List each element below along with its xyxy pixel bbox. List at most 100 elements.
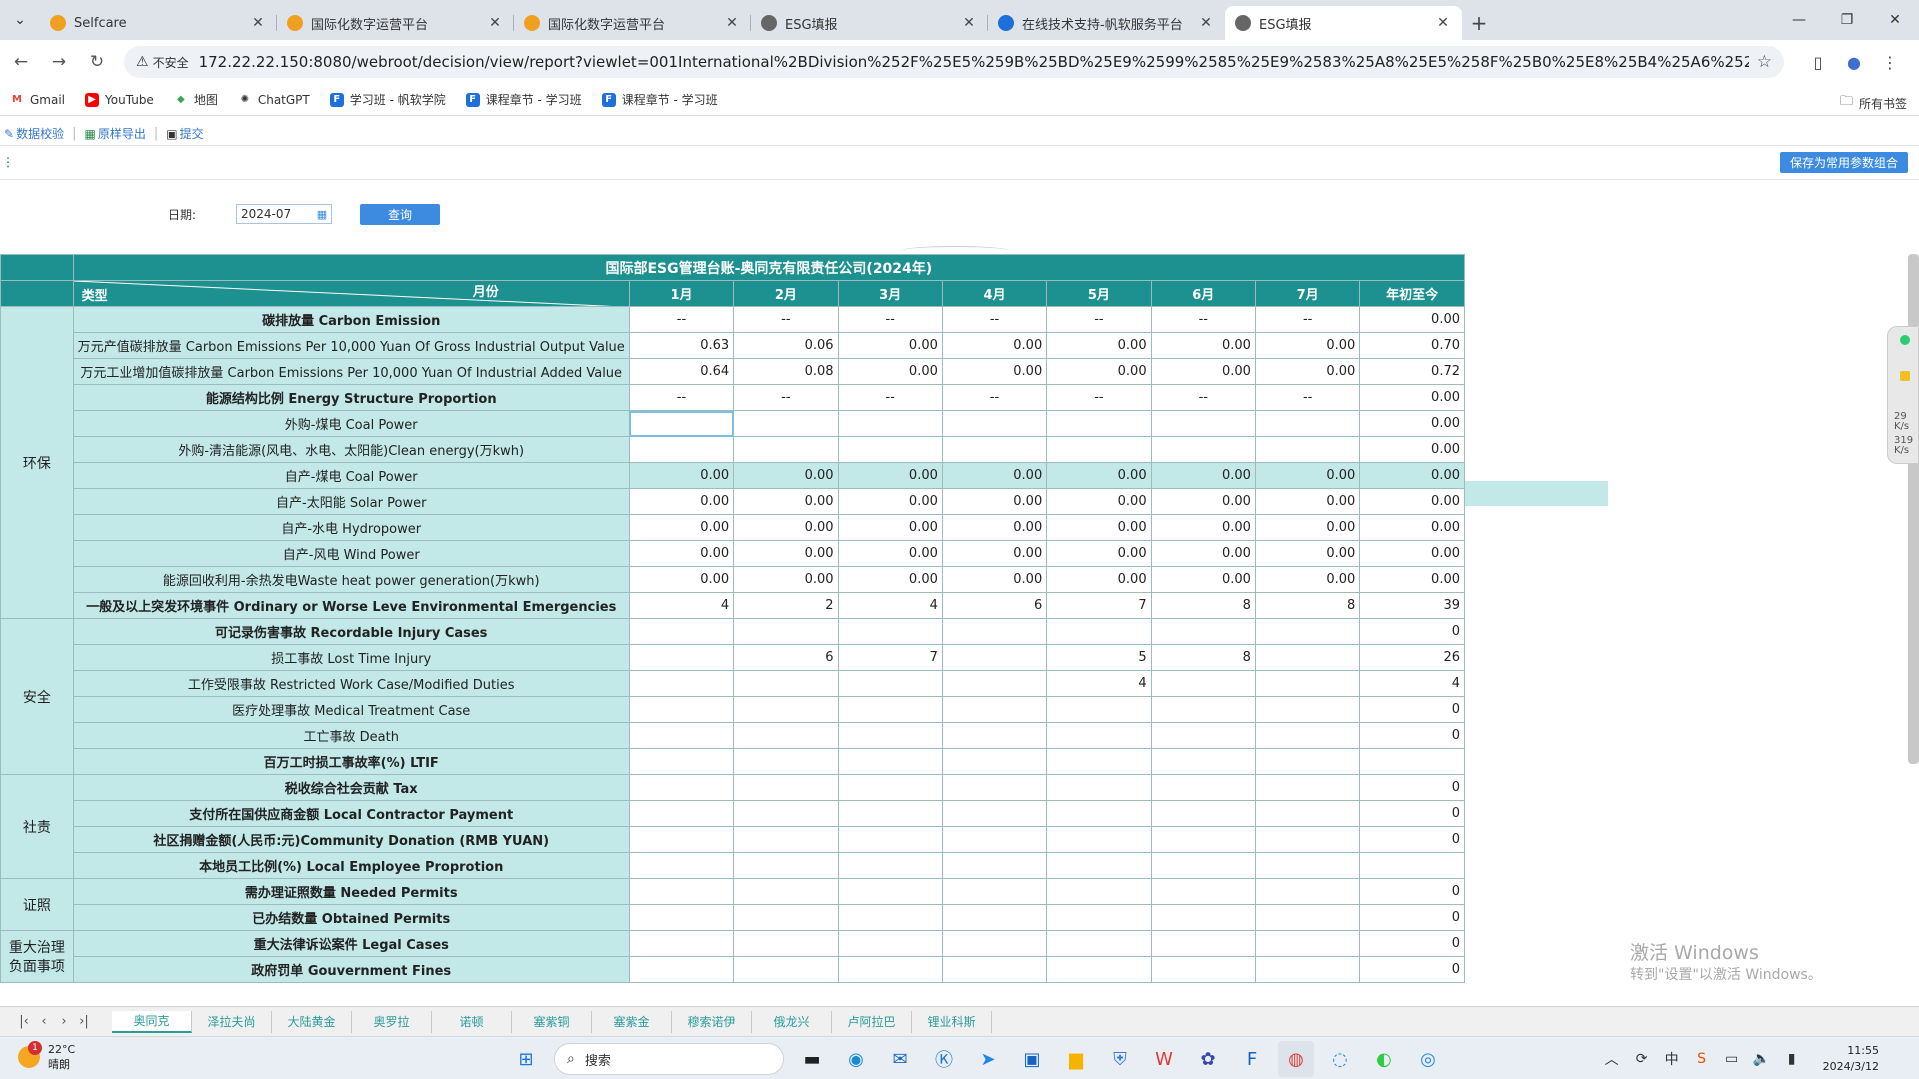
next-sheet-icon[interactable]: › [54, 1014, 74, 1029]
browser-tab[interactable]: 在线技术支持-帆软服务平台 ✕ [988, 6, 1225, 40]
data-cell[interactable] [1150, 618, 1256, 645]
data-cell[interactable]: -- [733, 306, 839, 333]
date-input[interactable]: 2024-07 ▦ [236, 204, 332, 224]
sheet-tab[interactable]: 锂业科斯 [912, 1010, 992, 1033]
data-cell[interactable]: 0.00 [1150, 332, 1256, 359]
data-cell[interactable]: -- [628, 306, 735, 333]
data-cell[interactable]: 0.00 [941, 566, 1048, 593]
data-cell[interactable] [1046, 722, 1152, 749]
data-cell[interactable]: 0.00 [837, 462, 943, 489]
data-cell[interactable] [1046, 826, 1152, 853]
minimize-icon[interactable]: — [1775, 0, 1823, 40]
data-cell[interactable]: 0.00 [1254, 566, 1361, 593]
data-cell[interactable] [837, 878, 943, 905]
data-cell[interactable] [837, 436, 943, 463]
data-cell[interactable] [941, 644, 1048, 671]
bookmark-star-icon[interactable]: ☆ [1757, 52, 1772, 72]
browser-tab[interactable]: Selfcare ✕ [40, 6, 277, 40]
close-tab-icon[interactable]: ✕ [1434, 15, 1452, 31]
data-cell[interactable]: 0.00 [941, 488, 1048, 515]
close-tab-icon[interactable]: ✕ [723, 15, 741, 31]
sheet-tab[interactable]: 奥同克 [112, 1010, 192, 1033]
data-cell[interactable]: 0.00 [733, 488, 839, 515]
export-button[interactable]: ▦ 原样导出 [84, 125, 145, 142]
first-sheet-icon[interactable]: |‹ [14, 1014, 34, 1029]
data-cell[interactable]: 0.00 [1359, 384, 1465, 411]
data-cell[interactable]: 0 [1359, 696, 1465, 723]
data-cell[interactable]: 0.00 [628, 462, 735, 489]
data-cell[interactable]: 0.00 [837, 514, 943, 541]
data-cell[interactable]: -- [628, 384, 735, 411]
data-cell[interactable] [1254, 696, 1361, 723]
data-cell[interactable]: 0.00 [941, 514, 1048, 541]
data-cell[interactable]: 4 [837, 592, 943, 619]
data-cell[interactable] [1046, 930, 1152, 957]
chrome-icon[interactable]: ◍ [1278, 1041, 1314, 1077]
data-cell[interactable] [1046, 774, 1152, 801]
data-cell[interactable] [1254, 748, 1361, 775]
data-cell[interactable] [837, 904, 943, 931]
browser-tab[interactable]: ESG填报 ✕ [751, 6, 988, 40]
data-cell[interactable]: 0.00 [1254, 514, 1361, 541]
data-cell[interactable] [1046, 904, 1152, 931]
data-cell[interactable] [1254, 800, 1361, 827]
sheet-tab[interactable]: 大陆黄金 [272, 1010, 352, 1033]
browser-tab[interactable]: ESG填报 ✕ [1225, 6, 1462, 40]
data-cell[interactable]: 4 [1359, 670, 1465, 697]
data-cell[interactable] [628, 670, 735, 697]
data-cell[interactable] [837, 826, 943, 853]
data-cell[interactable]: 0 [1359, 956, 1465, 983]
data-cell[interactable] [1254, 956, 1361, 983]
data-cell[interactable]: 0.00 [1046, 514, 1152, 541]
data-cell[interactable]: 6 [733, 644, 839, 671]
data-cell[interactable]: 0.00 [1046, 462, 1152, 489]
data-cell[interactable] [628, 878, 735, 905]
fanruan-app-icon[interactable]: F [1234, 1041, 1270, 1077]
weather-widget[interactable]: 1 22°C 晴朗 [18, 1041, 75, 1072]
data-cell[interactable] [837, 774, 943, 801]
sheet-tab[interactable]: 塞紫金 [592, 1010, 672, 1033]
data-cell[interactable]: 5 [1046, 644, 1152, 671]
ime-icon[interactable]: 中 [1657, 1049, 1687, 1069]
taskbar-search[interactable]: ⌕ 搜索 [554, 1043, 784, 1075]
data-cell[interactable] [941, 852, 1048, 879]
data-cell[interactable]: 4 [1046, 670, 1152, 697]
data-cell[interactable] [837, 852, 943, 879]
data-cell[interactable] [1254, 774, 1361, 801]
data-cell[interactable] [733, 670, 839, 697]
store-icon[interactable]: ▣ [1014, 1041, 1050, 1077]
data-cell[interactable] [1150, 800, 1256, 827]
data-cell[interactable] [1254, 852, 1361, 879]
data-cell[interactable] [628, 774, 735, 801]
data-cell[interactable] [628, 644, 735, 671]
sheet-tab[interactable]: 穆索诺伊 [672, 1010, 752, 1033]
data-cell[interactable]: -- [1254, 306, 1361, 333]
bookmark-item[interactable]: ✺ ChatGPT [238, 93, 310, 107]
data-cell[interactable]: 0.00 [1254, 332, 1361, 359]
bookmark-item[interactable]: ▶ YouTube [85, 92, 154, 107]
data-cell[interactable]: 0 [1359, 722, 1465, 749]
data-validate-button[interactable]: ✎ 数据校验 [4, 125, 64, 142]
data-cell[interactable] [1359, 852, 1465, 879]
data-cell[interactable] [1046, 800, 1152, 827]
data-cell[interactable] [733, 748, 839, 775]
data-cell[interactable] [1254, 826, 1361, 853]
data-cell[interactable] [733, 878, 839, 905]
data-cell[interactable] [1150, 748, 1256, 775]
query-button[interactable]: 查询 [360, 204, 440, 225]
data-cell[interactable]: -- [1046, 384, 1152, 411]
data-cell[interactable]: -- [837, 306, 943, 333]
data-cell[interactable]: 0.00 [1046, 358, 1152, 385]
data-cell[interactable]: 0.00 [1359, 540, 1465, 567]
all-bookmarks-button[interactable]: 🗀 所有书签 [1840, 92, 1907, 114]
calendar-icon[interactable]: ▦ [315, 207, 329, 221]
data-cell[interactable]: 8 [1254, 592, 1361, 619]
data-cell[interactable]: 7 [1046, 592, 1152, 619]
data-cell[interactable] [1150, 774, 1256, 801]
data-cell[interactable] [1046, 956, 1152, 983]
data-cell[interactable]: -- [941, 384, 1048, 411]
data-cell[interactable]: 0.00 [1150, 514, 1256, 541]
data-cell[interactable] [628, 618, 735, 645]
data-cell[interactable] [733, 930, 839, 957]
data-cell[interactable]: 0.72 [1359, 358, 1465, 385]
